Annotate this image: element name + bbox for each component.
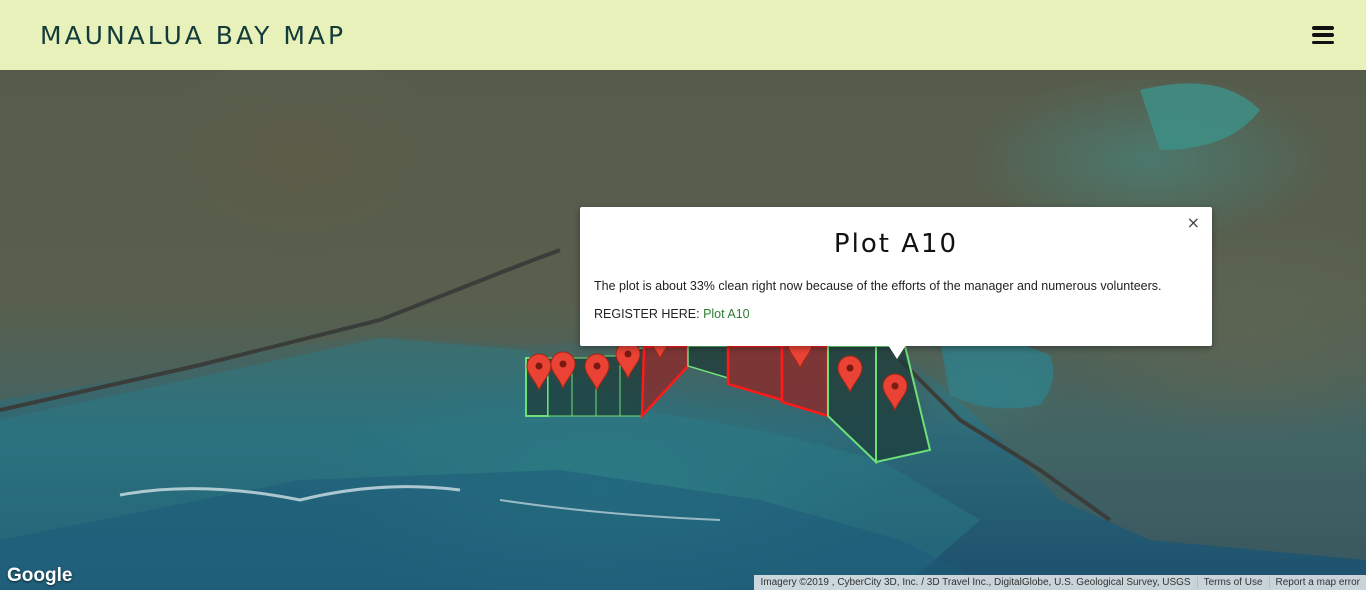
header-bar: MAUNALUA BAY MAP (0, 0, 1366, 70)
info-window-tail (888, 345, 906, 359)
plot-polygon-red[interactable] (640, 344, 690, 420)
menu-line (1312, 40, 1334, 44)
info-window: × Plot A10 The plot is about 33% clean r… (580, 207, 1212, 346)
report-error-link[interactable]: Report a map error (1268, 577, 1366, 588)
register-line: REGISTER HERE: Plot A10 (594, 307, 750, 321)
menu-line (1312, 33, 1334, 37)
menu-line (1312, 26, 1334, 30)
plot-polygon-red[interactable] (726, 344, 784, 402)
imagery-attribution: Imagery ©2019 , CyberCity 3D, Inc. / 3D … (760, 577, 1191, 588)
map-attribution-bar: Imagery ©2019 , CyberCity 3D, Inc. / 3D … (754, 575, 1366, 590)
register-label: REGISTER HERE: (594, 307, 700, 321)
google-logo[interactable]: Google (7, 565, 72, 587)
site-title[interactable]: MAUNALUA BAY MAP (40, 21, 346, 50)
register-link[interactable]: Plot A10 (703, 307, 750, 321)
terms-link[interactable]: Terms of Use (1196, 577, 1269, 588)
plot-polygon[interactable] (687, 345, 729, 380)
plot-title: Plot A10 (833, 229, 959, 259)
plot-description: The plot is about 33% clean right now be… (594, 279, 1162, 293)
hamburger-menu-icon[interactable] (1312, 26, 1334, 44)
